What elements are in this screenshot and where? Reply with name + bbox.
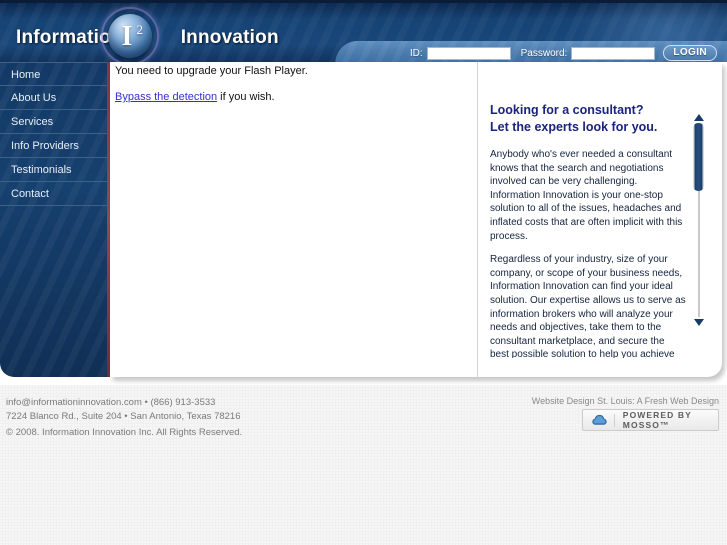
content-card: You need to upgrade your Flash Player. B… xyxy=(110,62,722,377)
consultant-panel: Looking for a consultant? Let the expert… xyxy=(490,102,712,358)
consultant-panel-title-line1: Looking for a consultant? xyxy=(490,103,644,117)
logo-sphere: I 2 xyxy=(108,14,152,58)
bypass-detection-link[interactable]: Bypass the detection xyxy=(115,91,217,103)
scroll-down-arrow-icon[interactable] xyxy=(694,319,704,326)
password-label: Password: xyxy=(520,47,568,59)
sidebar-item-services[interactable]: Services xyxy=(0,110,107,134)
password-input[interactable] xyxy=(571,46,656,60)
consultant-panel-scrollbar[interactable] xyxy=(692,114,706,326)
footer-contact-block: info@informationinnovation.com • (866) 9… xyxy=(6,396,241,424)
logo-icon[interactable]: I 2 xyxy=(97,7,165,62)
footer-copyright: © 2008. Information Innovation Inc. All … xyxy=(6,427,243,438)
consultant-paragraph-1: Anybody who's ever needed a consultant k… xyxy=(490,149,683,242)
logo-superscript: 2 xyxy=(136,22,144,37)
flash-upgrade-message: You need to upgrade your Flash Player. xyxy=(115,65,308,77)
sidebar-nav: Home About Us Services Info Providers Te… xyxy=(0,62,107,377)
panel-vertical-divider xyxy=(477,62,478,377)
sidebar-item-testimonials[interactable]: Testimonials xyxy=(0,158,107,182)
bypass-detection-line: Bypass the detection if you wish. xyxy=(115,91,275,103)
footer-design-credit-link[interactable]: Website Design St. Louis: A Fresh Web De… xyxy=(532,396,719,406)
powered-by-mosso-badge[interactable]: POWERED BY MOSSO™ xyxy=(582,409,719,431)
id-input[interactable] xyxy=(426,46,511,60)
consultant-panel-text-scroll: Anybody who's ever needed a consultant k… xyxy=(490,148,686,358)
mosso-badge-separator xyxy=(614,413,615,427)
bypass-detection-suffix: if you wish. xyxy=(217,91,275,103)
sidebar-item-about-us[interactable]: About Us xyxy=(0,86,107,110)
login-button[interactable]: LOGIN xyxy=(663,45,717,61)
site-header: Information Innovation I 2 ID: Password:… xyxy=(0,0,727,62)
page-root: Information Innovation I 2 ID: Password:… xyxy=(0,0,727,545)
sidebar-item-info-providers[interactable]: Info Providers xyxy=(0,134,107,158)
consultant-panel-title-line2: Let the experts look for you. xyxy=(490,120,658,134)
sidebar-item-contact[interactable]: Contact xyxy=(0,182,107,206)
footer-contact-line: info@informationinnovation.com • (866) 9… xyxy=(6,397,216,408)
body-region: Home About Us Services Info Providers Te… xyxy=(0,62,727,382)
brand-word-innovation: Innovation xyxy=(180,27,279,48)
consultant-paragraph-2: Regardless of your industry, size of you… xyxy=(490,254,686,358)
mosso-cloud-icon xyxy=(592,414,607,425)
mosso-badge-text: POWERED BY MOSSO™ xyxy=(622,410,692,430)
logo-letter: I xyxy=(121,21,133,52)
footer-address-line: 7224 Blanco Rd., Suite 204 • San Antonio… xyxy=(6,411,241,422)
scrollbar-thumb[interactable] xyxy=(693,123,704,191)
id-label: ID: xyxy=(409,47,423,59)
sidebar-item-home[interactable]: Home xyxy=(0,62,107,86)
scroll-up-arrow-icon[interactable] xyxy=(694,114,704,121)
login-bar: ID: Password: LOGIN xyxy=(335,41,727,62)
site-footer: info@informationinnovation.com • (866) 9… xyxy=(0,385,727,545)
